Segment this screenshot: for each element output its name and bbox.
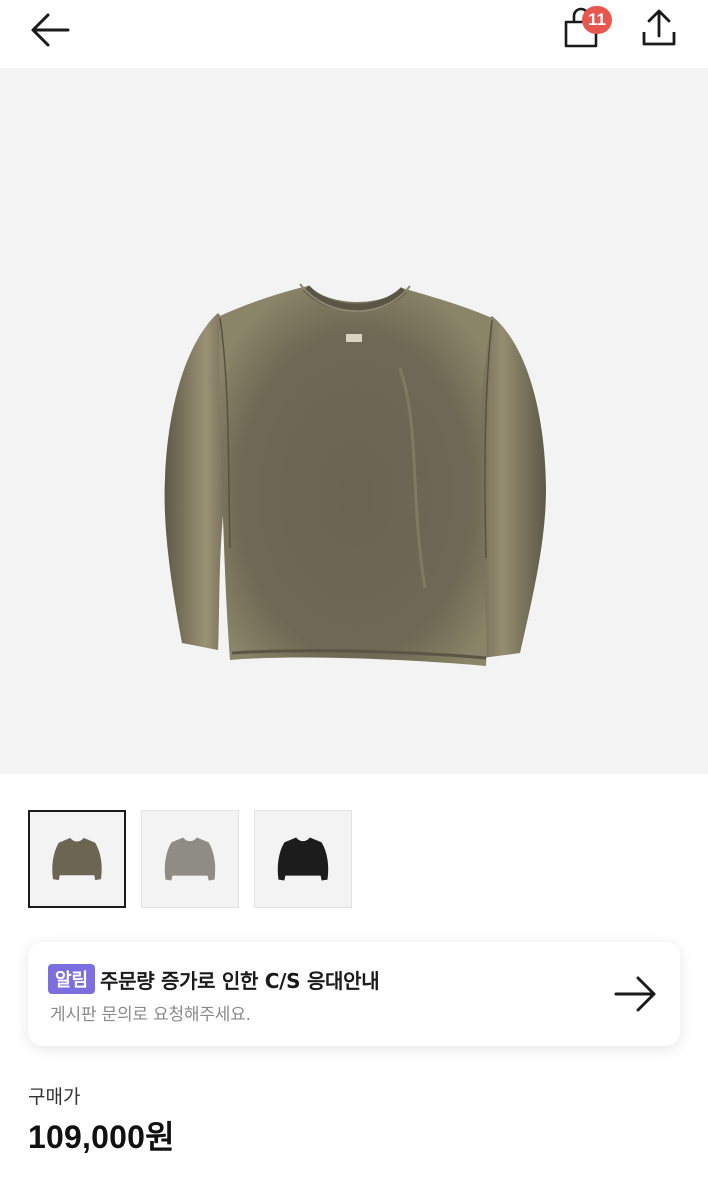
cs-notice-card[interactable]: 알림 주문량 증가로 인한 C/S 응대안내 게시판 문의로 요청해주세요. xyxy=(28,942,680,1046)
price-label: 구매가 xyxy=(28,1086,81,1108)
sweatshirt-thumbnail-image xyxy=(164,837,216,881)
arrow-right-icon xyxy=(614,976,656,1012)
back-button[interactable] xyxy=(24,8,76,52)
thumbnail-olive[interactable] xyxy=(28,810,126,908)
sweatshirt-thumbnail-image xyxy=(277,837,329,881)
cart-button[interactable]: 11 xyxy=(556,4,616,56)
thumbnail-gray[interactable] xyxy=(141,810,239,908)
arrow-left-icon xyxy=(31,13,70,47)
notice-subtitle: 게시판 문의로 요청해주세요. xyxy=(50,1005,251,1025)
product-main-image[interactable] xyxy=(0,68,708,774)
share-button[interactable] xyxy=(634,4,684,54)
sweatshirt-thumbnail-image xyxy=(52,837,102,881)
cart-count-badge: 11 xyxy=(582,6,612,34)
notice-title: 주문량 증가로 인한 C/S 응대안내 xyxy=(100,968,380,993)
notice-tag: 알림 xyxy=(48,964,96,994)
thumbnail-black[interactable] xyxy=(254,810,352,908)
thumbnail-strip xyxy=(28,810,352,908)
top-bar: 11 xyxy=(0,0,708,68)
share-icon xyxy=(642,9,676,46)
price-value: 109,000원 xyxy=(28,1119,175,1155)
sweatshirt-image xyxy=(164,283,546,666)
